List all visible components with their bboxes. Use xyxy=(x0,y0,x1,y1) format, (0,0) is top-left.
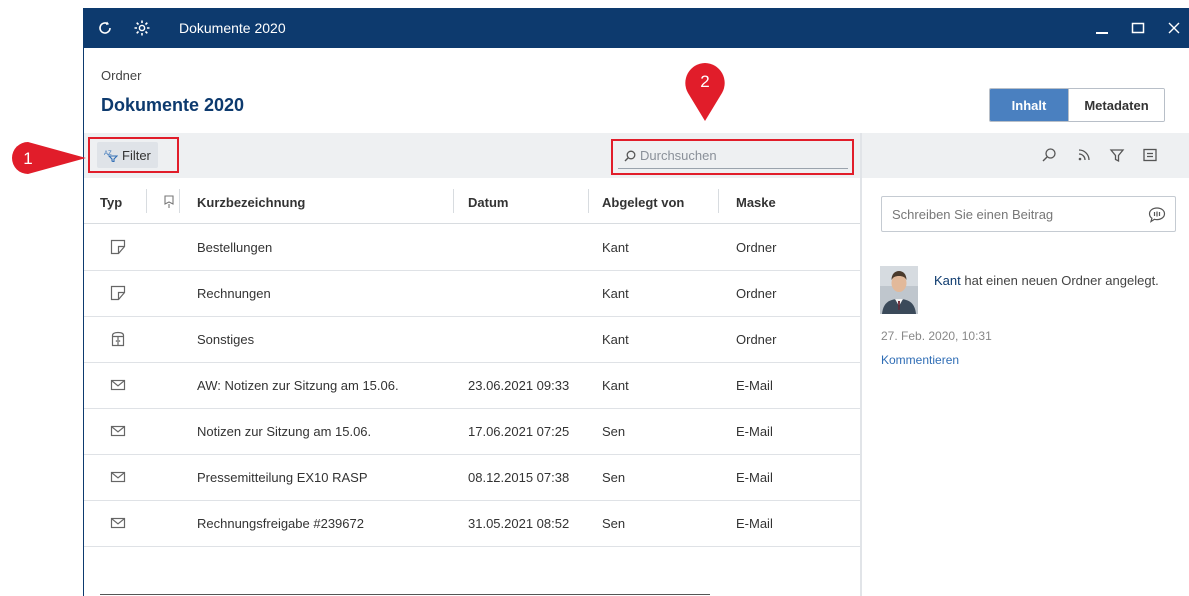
cell-name: Bestellungen xyxy=(197,240,273,255)
cell-mask: Ordner xyxy=(736,286,777,301)
cell-mask: Ordner xyxy=(736,240,777,255)
column-header-type[interactable]: Typ xyxy=(100,195,122,210)
feed-timestamp: 27. Feb. 2020, 10:31 xyxy=(881,329,992,343)
table-row[interactable]: Notizen zur Sitzung am 15.06. 17.06.2021 … xyxy=(84,409,860,455)
column-header-date[interactable]: Datum xyxy=(468,195,508,210)
tab-metadaten[interactable]: Metadaten xyxy=(1068,89,1164,121)
highlight-box-filter xyxy=(88,137,179,173)
table-row[interactable]: Pressemitteilung EX10 RASP 08.12.2015 07:… xyxy=(84,455,860,501)
cell-date: 23.06.2021 09:33 xyxy=(468,378,570,393)
cell-mask: Ordner xyxy=(736,332,777,347)
column-separator[interactable] xyxy=(718,189,719,213)
column-header-filed-by[interactable]: Abgelegt von xyxy=(602,195,684,210)
cell-name: Rechnungsfreigabe #239672 xyxy=(197,516,364,531)
app-window: Dokumente 2020 Ordner Dokumente 2020 Inh… xyxy=(83,8,1189,596)
table-row[interactable]: Rechnungen Kant Ordner xyxy=(84,271,860,317)
table-row[interactable]: AW: Notizen zur Sitzung am 15.06. 23.06.2… xyxy=(84,363,860,409)
flag-icon[interactable] xyxy=(163,195,175,212)
table-row[interactable]: Bestellungen Kant Ordner xyxy=(84,225,860,271)
cell-name: Notizen zur Sitzung am 15.06. xyxy=(197,424,372,439)
post-input-field xyxy=(881,196,1176,232)
mail-icon xyxy=(110,515,126,531)
column-header-mask[interactable]: Maske xyxy=(736,195,776,210)
cell-date: 08.12.2015 07:38 xyxy=(468,470,570,485)
tab-inhalt[interactable]: Inhalt xyxy=(990,89,1068,121)
cell-date: 17.06.2021 07:25 xyxy=(468,424,570,439)
minimize-button[interactable] xyxy=(1090,16,1114,40)
cell-mask: E-Mail xyxy=(736,378,773,393)
table-row[interactable]: Sonstiges Kant Ordner xyxy=(84,317,860,363)
cabinet-icon xyxy=(110,331,126,347)
search-icon[interactable] xyxy=(1039,145,1059,165)
title-bar: Dokumente 2020 xyxy=(84,8,1189,48)
table-header: Typ Kurzbezeichnung Datum Abgelegt von M… xyxy=(84,178,860,224)
header-label: Ordner xyxy=(101,68,142,83)
close-button[interactable] xyxy=(1162,16,1186,40)
cell-name: AW: Notizen zur Sitzung am 15.06. xyxy=(197,378,399,393)
cell-filed-by: Kant xyxy=(602,286,629,301)
column-separator[interactable] xyxy=(588,189,589,213)
mail-icon xyxy=(110,377,126,393)
pane-divider[interactable] xyxy=(860,133,862,596)
filter-icon[interactable] xyxy=(1107,145,1127,165)
cell-filed-by: Kant xyxy=(602,332,629,347)
marker-1: 1 xyxy=(8,138,92,178)
cell-mask: E-Mail xyxy=(736,424,773,439)
feed-entry: Kant hat einen neuen Ordner angelegt. xyxy=(934,271,1169,290)
column-separator[interactable] xyxy=(146,189,147,213)
column-separator[interactable] xyxy=(179,189,180,213)
cell-date: 31.05.2021 08:52 xyxy=(468,516,570,531)
refresh-icon[interactable] xyxy=(94,17,116,39)
gear-icon[interactable] xyxy=(131,17,153,39)
rss-icon[interactable] xyxy=(1074,145,1094,165)
column-separator[interactable] xyxy=(453,189,454,213)
horizontal-scrollbar[interactable] xyxy=(100,594,710,595)
folder-icon xyxy=(110,239,126,255)
mail-icon xyxy=(110,469,126,485)
feed-user-link[interactable]: Kant xyxy=(934,273,961,288)
column-header-name[interactable]: Kurzbezeichnung xyxy=(197,195,305,210)
folder-icon xyxy=(110,285,126,301)
table-row[interactable]: Rechnungsfreigabe #239672 31.05.2021 08:5… xyxy=(84,501,860,547)
maximize-button[interactable] xyxy=(1126,16,1150,40)
comment-link[interactable]: Kommentieren xyxy=(881,353,959,367)
post-input[interactable] xyxy=(892,206,1132,222)
window-title: Dokumente 2020 xyxy=(179,20,286,36)
feed-message: hat einen neuen Ordner angelegt. xyxy=(960,273,1159,288)
marker-2: 2 xyxy=(683,61,727,123)
page-title: Dokumente 2020 xyxy=(101,95,245,115)
cell-filed-by: Kant xyxy=(602,240,629,255)
cell-name: Sonstiges xyxy=(197,332,255,347)
cell-mask: E-Mail xyxy=(736,470,773,485)
cell-filed-by: Kant xyxy=(602,378,629,393)
avatar[interactable] xyxy=(880,266,918,314)
cell-name: Pressemitteilung EX10 RASP xyxy=(197,470,368,485)
speech-bubble-icon[interactable] xyxy=(1147,205,1167,225)
view-switch: Inhalt Metadaten xyxy=(989,88,1165,122)
marker-2-label: 2 xyxy=(700,72,709,91)
cell-name: Rechnungen xyxy=(197,286,271,301)
marker-1-label: 1 xyxy=(23,149,32,168)
mail-icon xyxy=(110,423,126,439)
cell-filed-by: Sen xyxy=(602,516,626,531)
highlight-box-search xyxy=(611,139,854,175)
panel-icon[interactable] xyxy=(1140,145,1160,165)
cell-filed-by: Sen xyxy=(602,424,626,439)
cell-filed-by: Sen xyxy=(602,470,626,485)
cell-mask: E-Mail xyxy=(736,516,773,531)
side-toolbar xyxy=(862,133,1189,178)
